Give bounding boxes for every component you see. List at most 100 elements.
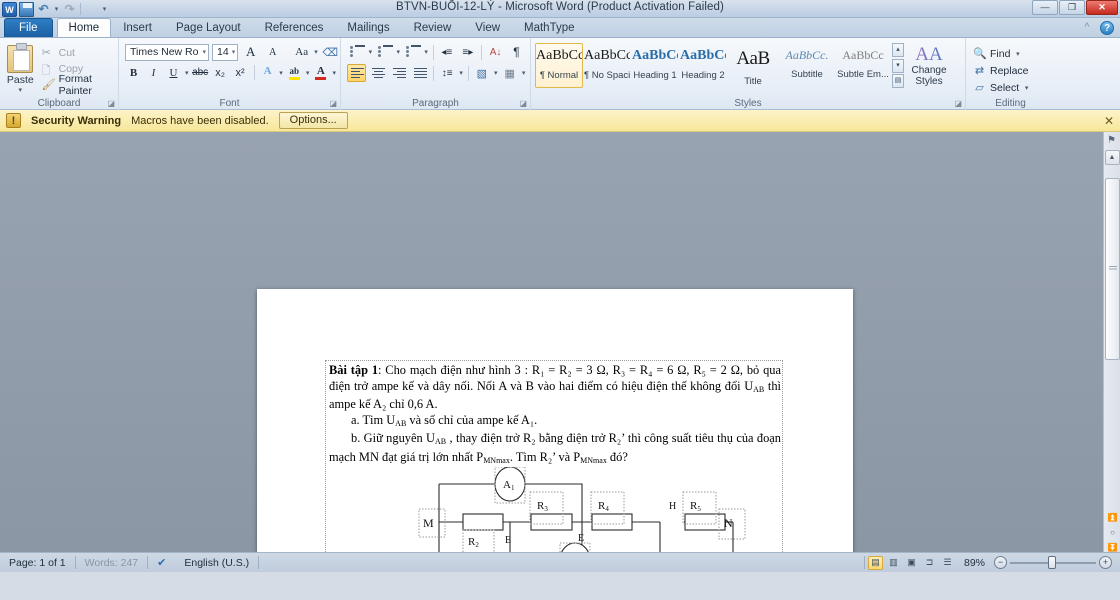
bold-button[interactable]: B xyxy=(125,64,142,81)
multilevel-list-button[interactable] xyxy=(403,43,422,61)
align-center-button[interactable] xyxy=(368,64,387,82)
word-count[interactable]: Words: 247 xyxy=(76,555,148,571)
bullets-button[interactable] xyxy=(347,43,366,61)
change-styles-button[interactable]: AA Change Styles xyxy=(904,43,954,88)
borders-dropdown-icon[interactable]: ▾ xyxy=(521,69,526,77)
strikethrough-button[interactable]: abc xyxy=(192,64,209,81)
clear-formatting-button[interactable]: ⌫ xyxy=(321,43,340,61)
paragraph-dialog-launcher[interactable]: ◪ xyxy=(519,99,527,108)
tab-page-layout[interactable]: Page Layout xyxy=(164,18,253,37)
view-outline-button[interactable]: ⊐ xyxy=(922,556,937,570)
underline-dropdown-icon[interactable]: ▾ xyxy=(185,69,189,77)
previous-page-button[interactable]: ⏫ xyxy=(1105,511,1120,525)
style-normal[interactable]: AaBbCc ¶ Normal xyxy=(535,43,583,88)
tab-mathtype[interactable]: MathType xyxy=(512,18,587,37)
zoom-in-button[interactable]: + xyxy=(1099,556,1112,569)
minimize-button[interactable]: — xyxy=(1032,0,1058,15)
page-indicator[interactable]: Page: 1 of 1 xyxy=(0,555,75,571)
italic-button[interactable]: I xyxy=(145,64,162,81)
flag-icon[interactable]: ⚑ xyxy=(1105,134,1118,147)
style-subtle-emphasis[interactable]: AaBbCc Subtle Em... xyxy=(835,43,891,88)
tab-view[interactable]: View xyxy=(463,18,512,37)
language-indicator[interactable]: English (U.S.) xyxy=(175,555,258,571)
view-web-layout-button[interactable]: ▣ xyxy=(904,556,919,570)
change-case-dropdown-icon[interactable]: ▾ xyxy=(314,48,318,56)
cut-button[interactable]: Cut xyxy=(39,45,114,60)
tab-references[interactable]: References xyxy=(253,18,336,37)
paste-dropdown-icon[interactable]: ▾ xyxy=(17,86,24,94)
styles-more-button[interactable]: ▤ xyxy=(892,74,904,88)
style-no-spacing[interactable]: AaBbCc ¶ No Spaci... xyxy=(583,43,631,88)
find-dropdown-icon[interactable]: ▾ xyxy=(1014,50,1021,58)
font-name-combo[interactable]: Times New Rom ▾ xyxy=(125,43,209,61)
styles-scroll-up-button[interactable]: ▴ xyxy=(892,43,904,57)
tab-file[interactable]: File xyxy=(4,18,53,37)
align-right-button[interactable] xyxy=(389,64,408,82)
shading-button[interactable]: ▧ xyxy=(472,64,491,82)
font-size-dropdown-icon[interactable]: ▾ xyxy=(229,48,236,56)
zoom-level[interactable]: 89% xyxy=(958,557,991,569)
line-spacing-dropdown-icon[interactable]: ▾ xyxy=(459,69,464,77)
macro-options-button[interactable]: Options... xyxy=(278,112,348,129)
paste-button[interactable]: Paste ▾ xyxy=(4,43,37,94)
borders-button[interactable]: ▦ xyxy=(500,64,519,82)
document-body[interactable]: Bài tập 1: Cho mạch điện như hình 3 : R₁… xyxy=(329,363,781,469)
highlight-dropdown-icon[interactable]: ▾ xyxy=(306,69,310,77)
font-color-button[interactable]: A xyxy=(312,64,329,81)
collapse-ribbon-icon[interactable]: ^ xyxy=(1081,22,1093,34)
scrollbar-thumb[interactable] xyxy=(1105,178,1120,360)
underline-button[interactable]: U xyxy=(165,64,182,81)
replace-button[interactable]: ⇄ Replace xyxy=(970,62,1051,79)
zoom-slider-thumb[interactable] xyxy=(1048,556,1056,569)
subscript-button[interactable]: x₂ xyxy=(212,64,229,81)
close-button[interactable]: ✕ xyxy=(1086,0,1118,15)
multilevel-dropdown-icon[interactable]: ▾ xyxy=(424,48,429,56)
sort-button[interactable]: A↓ xyxy=(486,43,505,61)
shading-dropdown-icon[interactable]: ▾ xyxy=(493,69,498,77)
view-full-screen-reading-button[interactable]: ▥ xyxy=(886,556,901,570)
shrink-font-button[interactable]: A xyxy=(263,43,282,61)
tab-mailings[interactable]: Mailings xyxy=(335,18,401,37)
tab-insert[interactable]: Insert xyxy=(111,18,164,37)
view-draft-button[interactable]: ☰ xyxy=(940,556,955,570)
text-effects-dropdown-icon[interactable]: ▾ xyxy=(279,69,283,77)
highlight-button[interactable]: ab xyxy=(286,64,303,81)
style-subtitle[interactable]: AaBbCc. Subtitle xyxy=(779,43,835,88)
select-browse-object-button[interactable]: ○ xyxy=(1105,526,1120,540)
grow-font-button[interactable]: A xyxy=(241,43,260,61)
clipboard-dialog-launcher[interactable]: ◪ xyxy=(107,99,115,108)
justify-button[interactable] xyxy=(410,64,429,82)
zoom-out-button[interactable]: − xyxy=(994,556,1007,569)
zoom-slider[interactable] xyxy=(1010,556,1096,569)
font-dialog-launcher[interactable]: ◪ xyxy=(329,99,337,108)
show-formatting-marks-button[interactable]: ¶ xyxy=(507,43,526,61)
document-workspace[interactable]: Bài tập 1: Cho mạch điện như hình 3 : R₁… xyxy=(0,132,1120,572)
text-effects-button[interactable]: A xyxy=(259,64,276,81)
select-button[interactable]: ▱ Select ▾ xyxy=(970,79,1051,96)
tab-home[interactable]: Home xyxy=(56,18,112,37)
close-message-bar-icon[interactable]: ✕ xyxy=(1104,114,1114,128)
numbering-button[interactable] xyxy=(375,43,394,61)
vertical-scrollbar[interactable]: ⚑ ▲ ⏫ ○ ⏬ ▼ xyxy=(1103,132,1120,572)
styles-scroll-down-button[interactable]: ▾ xyxy=(892,58,904,73)
numbering-dropdown-icon[interactable]: ▾ xyxy=(396,48,401,56)
select-dropdown-icon[interactable]: ▾ xyxy=(1023,84,1030,92)
bullets-dropdown-icon[interactable]: ▾ xyxy=(368,48,373,56)
line-spacing-button[interactable]: ↕≡ xyxy=(438,64,457,82)
style-heading-2[interactable]: AaBbCc Heading 2 xyxy=(679,43,727,88)
superscript-button[interactable]: x² xyxy=(232,64,249,81)
find-button[interactable]: 🔍 Find ▾ xyxy=(970,45,1051,62)
align-left-button[interactable] xyxy=(347,64,366,82)
format-painter-button[interactable]: Format Painter xyxy=(39,73,114,97)
document-page[interactable]: Bài tập 1: Cho mạch điện như hình 3 : R₁… xyxy=(257,289,853,572)
view-print-layout-button[interactable]: ▤ xyxy=(867,555,883,570)
proofing-status[interactable]: ✔ xyxy=(148,555,175,571)
style-title[interactable]: AaB Title xyxy=(727,43,779,88)
tab-review[interactable]: Review xyxy=(402,18,464,37)
restore-button[interactable]: ❐ xyxy=(1059,0,1085,15)
help-icon[interactable]: ? xyxy=(1100,21,1114,35)
styles-dialog-launcher[interactable]: ◪ xyxy=(954,99,962,108)
style-heading-1[interactable]: AaBbCc Heading 1 xyxy=(631,43,679,88)
font-color-dropdown-icon[interactable]: ▾ xyxy=(332,69,336,77)
change-case-button[interactable]: Aa xyxy=(292,43,311,61)
